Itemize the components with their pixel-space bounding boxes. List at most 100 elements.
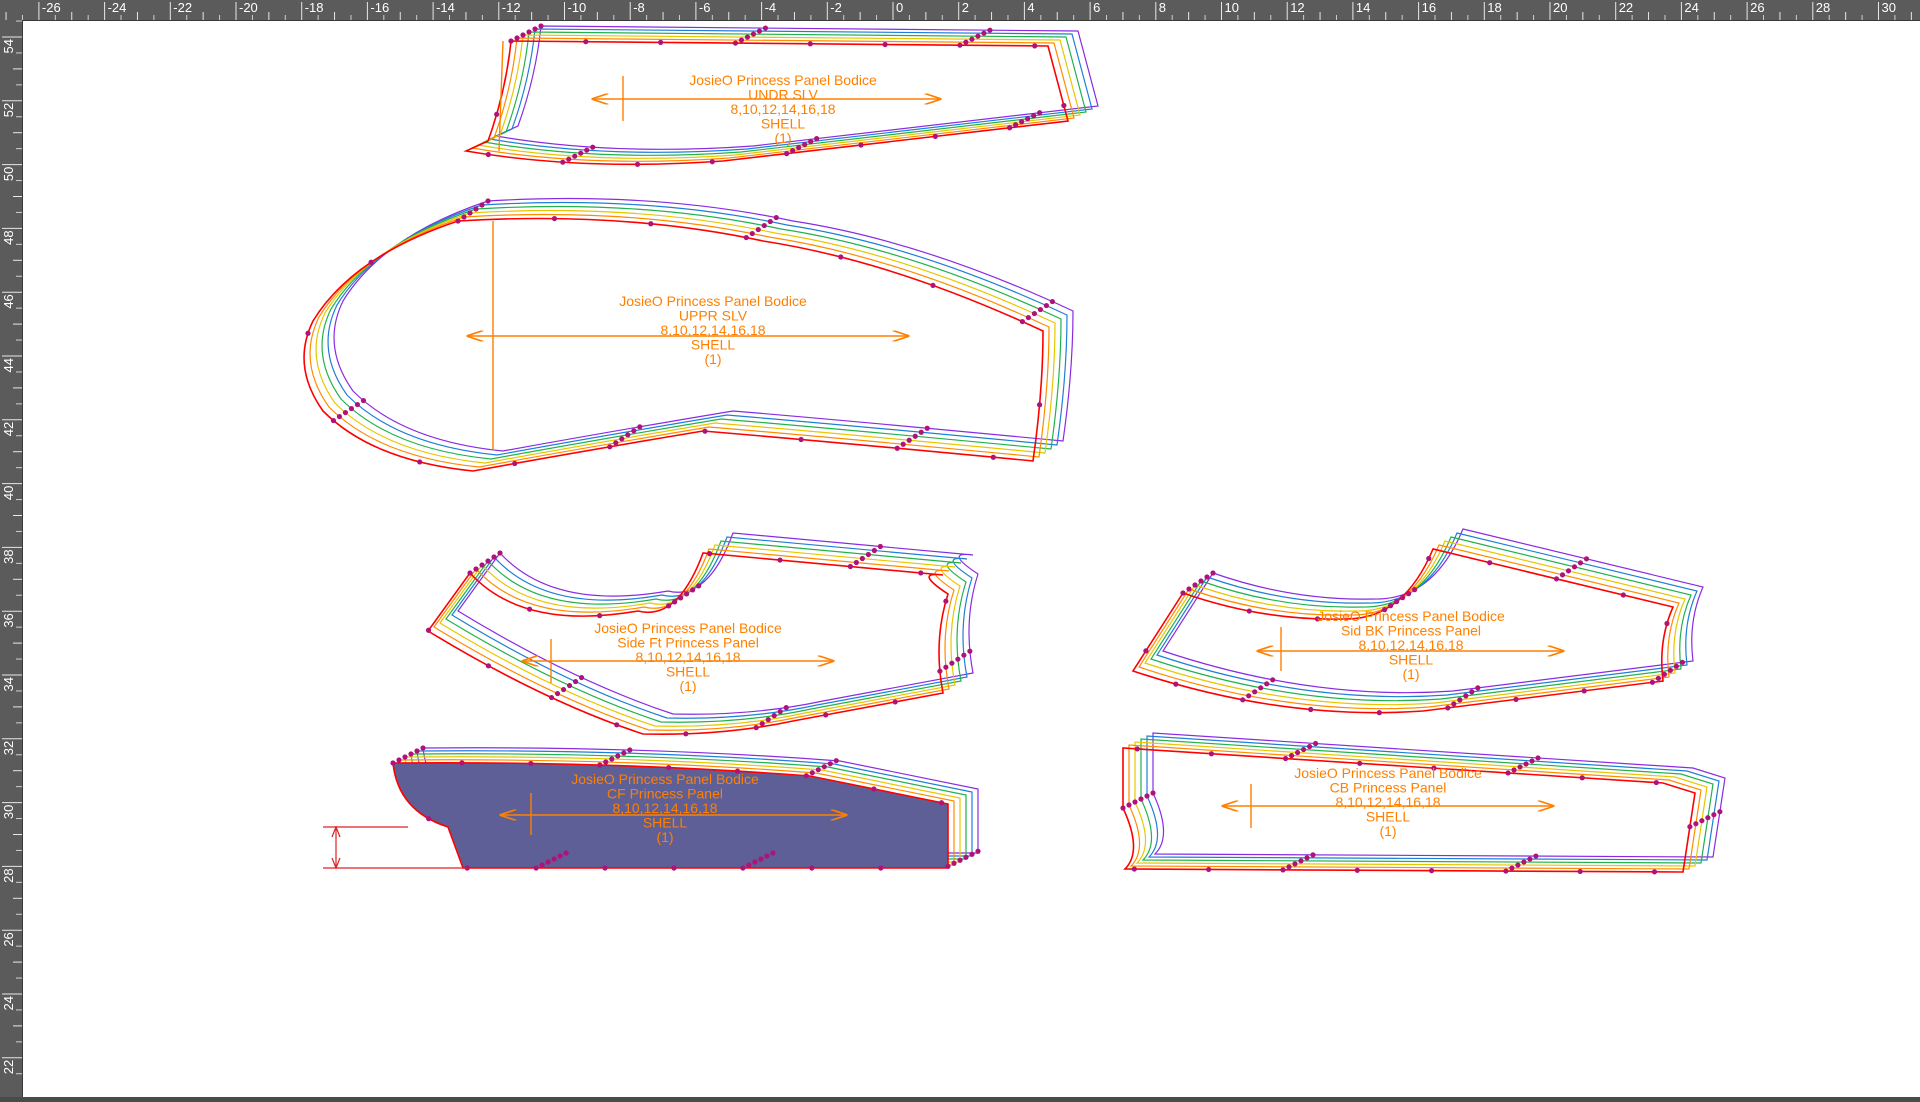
grade-point[interactable] — [1517, 764, 1523, 770]
grade-point[interactable] — [305, 330, 311, 336]
grade-point[interactable] — [342, 409, 349, 416]
grade-point[interactable] — [396, 757, 402, 763]
grade-point[interactable] — [485, 663, 492, 669]
grade-point[interactable] — [969, 851, 975, 857]
grade-point[interactable] — [666, 603, 672, 609]
grade-point[interactable] — [578, 674, 585, 681]
grade-point[interactable] — [955, 656, 961, 662]
grade-point[interactable] — [753, 725, 759, 731]
grade-point[interactable] — [1620, 592, 1626, 598]
grade-point[interactable] — [990, 454, 996, 460]
grade-point[interactable] — [762, 25, 769, 31]
grade-point[interactable] — [815, 767, 821, 773]
grade-point[interactable] — [767, 218, 773, 225]
grade-point[interactable] — [426, 816, 432, 822]
grade-point[interactable] — [1144, 793, 1150, 799]
grade-point[interactable] — [1007, 125, 1013, 131]
grade-point[interactable] — [796, 145, 802, 151]
grade-point[interactable] — [1032, 43, 1038, 49]
grade-point[interactable] — [1031, 310, 1038, 317]
grade-point[interactable] — [348, 405, 355, 412]
grade-point[interactable] — [672, 599, 678, 605]
grade-point[interactable] — [807, 41, 813, 47]
grade-point[interactable] — [1535, 755, 1541, 761]
grade-point[interactable] — [1457, 697, 1463, 703]
grade-point[interactable] — [1394, 599, 1400, 605]
grade-point[interactable] — [494, 111, 500, 117]
grade-point[interactable] — [871, 547, 877, 554]
grade-point[interactable] — [951, 860, 957, 866]
grade-point[interactable] — [1294, 749, 1301, 756]
grade-point[interactable] — [508, 38, 514, 44]
grade-point[interactable] — [408, 751, 414, 757]
grade-point[interactable] — [1651, 869, 1658, 875]
grade-point[interactable] — [417, 459, 423, 465]
grade-point[interactable] — [981, 30, 987, 36]
grade-point[interactable] — [1134, 746, 1140, 752]
grade-point[interactable] — [1661, 671, 1667, 677]
grade-point[interactable] — [1523, 761, 1529, 767]
grade-point[interactable] — [613, 440, 619, 446]
grade-point[interactable] — [1673, 663, 1679, 669]
grade-point[interactable] — [756, 28, 763, 34]
grade-point[interactable] — [560, 686, 567, 693]
grade-point[interactable] — [963, 39, 969, 45]
pattern-piece-uppr-slv[interactable]: JosieO Princess Panel BodiceUPPR SLV8,10… — [303, 197, 1074, 472]
grade-point[interactable] — [1240, 697, 1246, 703]
grade-point[interactable] — [467, 210, 473, 216]
grade-point[interactable] — [1292, 861, 1298, 867]
grade-point[interactable] — [1426, 555, 1432, 562]
grade-point[interactable] — [1246, 608, 1252, 614]
grade-point[interactable] — [783, 705, 789, 711]
grade-point[interactable] — [1264, 681, 1270, 687]
grade-point[interactable] — [1475, 685, 1481, 691]
grade-point[interactable] — [1581, 688, 1587, 694]
grade-point[interactable] — [765, 717, 771, 723]
grade-point[interactable] — [1306, 743, 1313, 750]
grade-point[interactable] — [609, 756, 615, 762]
grade-point[interactable] — [1192, 582, 1198, 588]
grade-point[interactable] — [808, 139, 814, 145]
grade-point[interactable] — [1469, 689, 1475, 695]
grade-point[interactable] — [1649, 679, 1655, 685]
grade-point[interactable] — [1376, 710, 1382, 716]
grade-point[interactable] — [330, 417, 337, 424]
grade-point[interactable] — [615, 753, 621, 759]
grade-point[interactable] — [414, 748, 420, 754]
grade-point[interactable] — [1705, 815, 1711, 821]
grade-point[interactable] — [918, 570, 924, 576]
grade-point[interactable] — [538, 23, 544, 29]
grade-point[interactable] — [572, 678, 579, 685]
grade-point[interactable] — [750, 31, 757, 37]
grade-point[interactable] — [566, 682, 573, 689]
grade-point[interactable] — [557, 853, 563, 859]
grade-point[interactable] — [892, 699, 898, 705]
grade-point[interactable] — [368, 259, 374, 265]
grade-point[interactable] — [1312, 740, 1319, 747]
grade-point[interactable] — [1503, 868, 1509, 874]
grade-point[interactable] — [548, 694, 555, 701]
grade-point[interactable] — [871, 786, 877, 792]
grade-point[interactable] — [572, 153, 578, 159]
grade-point[interactable] — [597, 613, 603, 619]
grade-point[interactable] — [987, 27, 993, 33]
grade-point[interactable] — [1304, 855, 1310, 861]
grade-point[interactable] — [821, 764, 827, 770]
grade-point[interactable] — [512, 460, 518, 467]
grade-point[interactable] — [455, 218, 461, 224]
grade-point[interactable] — [809, 865, 815, 871]
grade-point[interactable] — [943, 664, 949, 670]
grade-point[interactable] — [1717, 809, 1723, 815]
grade-point[interactable] — [402, 754, 408, 760]
grade-point[interactable] — [1509, 865, 1515, 871]
grade-point[interactable] — [743, 234, 749, 241]
grade-point[interactable] — [527, 606, 533, 612]
grade-point[interactable] — [758, 856, 764, 862]
grade-point[interactable] — [621, 750, 627, 756]
grade-point[interactable] — [912, 433, 918, 439]
grade-point[interactable] — [803, 773, 809, 779]
grade-point[interactable] — [1412, 587, 1418, 593]
grade-point[interactable] — [1428, 868, 1435, 874]
grade-point[interactable] — [770, 850, 776, 856]
grade-point[interactable] — [1577, 868, 1583, 875]
